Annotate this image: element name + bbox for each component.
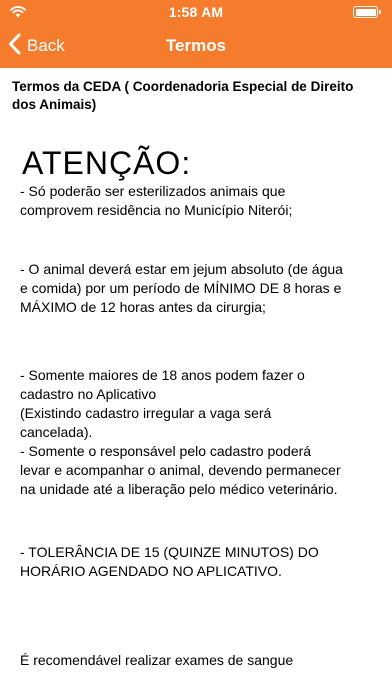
battery-full-icon: [353, 6, 381, 18]
status-bar: 1:58 AM: [0, 0, 392, 24]
terms-paragraph: É recomendável realizar exames de sangue: [20, 652, 294, 668]
terms-header: Termos da CEDA ( Coordenadoria Especial …: [12, 79, 354, 112]
terms-paragraph: - Somente maiores de 18 anos podem fazer…: [20, 367, 341, 497]
terms-paragraph: - O animal deverá estar em jejum absolut…: [20, 261, 343, 315]
terms-content[interactable]: Termos da CEDA ( Coordenadoria Especial …: [0, 68, 392, 670]
page-title: Termos: [165, 36, 227, 55]
terms-paragraph: - Só poderão ser esterilizados animais q…: [20, 183, 293, 218]
navigation-bar: Back Termos: [0, 24, 392, 68]
attention-heading: ATENÇÃO:: [22, 145, 192, 181]
status-time: 1:58 AM: [168, 4, 224, 20]
terms-paragraph: - TOLERÂNCIA DE 15 (QUINZE MINUTOS) DO H…: [20, 544, 319, 579]
